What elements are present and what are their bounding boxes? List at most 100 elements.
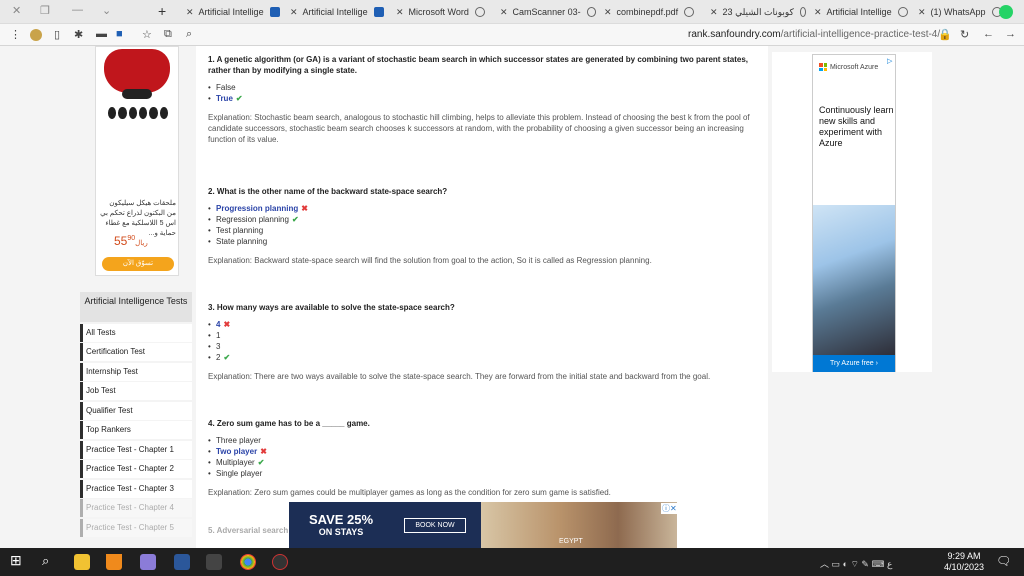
address-bar: ⋮ ▯ ✱ ▬ ■ ☆ ⧉ ⌕ rank.sanfoundry.com/arti… [0, 24, 1024, 46]
question-block: 1. A genetic algorithm (or GA) is a vari… [208, 54, 756, 145]
app-icon[interactable] [140, 554, 156, 570]
answer-option[interactable]: Two player✖ [208, 446, 756, 457]
answer-option[interactable]: 3 [208, 341, 756, 352]
tab-favicon-icon [269, 7, 280, 17]
shop-now-button[interactable]: تسوّق الآن [102, 257, 174, 271]
start-icon[interactable]: ⊞ [10, 552, 26, 568]
tab-favicon-icon [586, 7, 596, 17]
tests-menu-item[interactable]: Job Test [80, 382, 192, 400]
answer-option[interactable]: 2✔ [208, 352, 756, 363]
book-now-button[interactable]: BOOK NOW [404, 518, 466, 533]
tests-menu-item[interactable]: Practice Test - Chapter 3 [80, 479, 192, 498]
menu-icon[interactable]: ⋮ [10, 28, 21, 41]
tests-menu-item[interactable]: Certification Test [80, 343, 192, 361]
tab-close-icon[interactable]: ✕ [186, 7, 194, 18]
tab-close-icon[interactable]: ✕ [604, 7, 612, 18]
answer-options: Progression planning✖Regression planning… [208, 203, 756, 247]
adchoices-icon[interactable]: ▷ [887, 57, 896, 65]
tab-search-icon[interactable]: ⌄ [102, 4, 111, 17]
tab-favicon-icon [897, 7, 908, 17]
extension-icon[interactable]: ▬ [96, 28, 107, 40]
tab-close-icon[interactable]: ✕ [918, 7, 926, 18]
tab-sync-icon[interactable]: ⧉ [164, 28, 172, 41]
correct-check-icon: ✔ [235, 94, 243, 103]
extension-blue-icon[interactable]: ■ [116, 28, 123, 40]
word-icon[interactable] [174, 554, 190, 570]
answer-explanation: Explanation: Zero sum games could be mul… [208, 488, 611, 497]
notifications-icon[interactable]: 🗨 [996, 554, 1012, 570]
tab-close-icon[interactable]: ✕ [500, 7, 508, 18]
answer-option-label: Single player [216, 469, 263, 478]
product-title[interactable]: ملحقات هيكل سيليكون من البكتون لذراع تحك… [100, 199, 176, 239]
answer-option[interactable]: Single player [208, 468, 756, 479]
browser-tab[interactable]: ✕ Artificial Intellige [290, 0, 386, 24]
url-field[interactable]: rank.sanfoundry.com/artificial-intellige… [688, 29, 940, 40]
answer-option-label: Two player [216, 447, 258, 456]
tests-menu-item[interactable]: All Tests [80, 323, 192, 342]
tests-menu-item[interactable]: Practice Test - Chapter 2 [80, 460, 192, 478]
thumb-caps-image [108, 107, 168, 119]
tests-menu: Artificial Intelligence Tests All Tests C… [80, 292, 192, 537]
tab-close-icon[interactable]: ✕ [814, 7, 822, 18]
tab-close-icon[interactable]: ✕ [396, 7, 404, 18]
profile-avatar[interactable] [30, 29, 42, 41]
tests-menu-item[interactable]: Practice Test - Chapter 5 [80, 518, 192, 537]
tests-menu-item[interactable]: Practice Test - Chapter 4 [80, 499, 192, 517]
browser-tab[interactable]: ✕ Artificial Intellige [814, 0, 910, 24]
tab-close-icon[interactable]: ✕ [710, 7, 718, 18]
back-icon[interactable]: ← [983, 28, 994, 40]
new-tab-button[interactable]: + [158, 3, 166, 19]
question-title: 2. What is the other name of the backwar… [208, 187, 448, 196]
answer-option[interactable]: Test planning [208, 225, 756, 236]
sidebar-icon[interactable]: ▯ [54, 28, 60, 41]
bottom-ad-banner[interactable]: SAVE 25% ON STAYS BOOK NOW EGYPT ⓘ✕ [289, 502, 678, 548]
answer-option[interactable]: Multiplayer✔ [208, 457, 756, 468]
system-tray[interactable]: ︿ ▭ ◐ ⌔ ✎ ⌨ ع [820, 557, 892, 570]
browser-tab[interactable]: ✕ كوبونات الشيلي 23 [710, 0, 806, 24]
search-taskbar-icon[interactable]: ⌕ [42, 553, 58, 569]
tab-close-icon[interactable]: ✕ [290, 7, 298, 18]
bookmark-star-icon[interactable]: ☆ [142, 28, 152, 41]
answer-option[interactable]: Regression planning✔ [208, 214, 756, 225]
close-window-icon[interactable]: ✕ [12, 4, 21, 17]
browser-tab[interactable]: ✕ Artificial Intellige [186, 0, 282, 24]
reload-icon[interactable]: ↻ [960, 28, 969, 41]
try-azure-button[interactable]: Try Azure free › [813, 355, 895, 372]
chrome-icon[interactable] [240, 554, 256, 570]
recorder-icon[interactable] [272, 554, 288, 570]
answer-option[interactable]: Progression planning✖ [208, 203, 756, 214]
extensions-icon[interactable]: ✱ [74, 28, 83, 41]
answer-option[interactable]: State planning [208, 236, 756, 247]
search-icon[interactable]: ⌕ [186, 28, 192, 41]
answer-option-label: True [216, 94, 233, 103]
tests-menu-item[interactable]: Practice Test - Chapter 1 [80, 440, 192, 459]
tests-menu-item[interactable]: Top Rankers [80, 421, 192, 439]
answer-option-label: 1 [216, 331, 221, 340]
azure-ad[interactable]: Microsoft Azure ▷ Continuously learn new… [812, 54, 896, 372]
tests-menu-item[interactable]: Internship Test [80, 362, 192, 381]
answer-option-label: Three player [216, 436, 261, 445]
file-explorer-icon[interactable] [74, 554, 90, 570]
answer-option[interactable]: False [208, 82, 756, 93]
minimize-window-icon[interactable]: — [72, 4, 83, 16]
vlc-icon[interactable] [106, 554, 122, 570]
answer-option[interactable]: 1 [208, 330, 756, 341]
answer-option[interactable]: 4✖ [208, 319, 756, 330]
whatsapp-icon[interactable] [999, 5, 1013, 19]
ad-close-icon[interactable]: ⓘ✕ [661, 503, 678, 514]
tests-menu-item[interactable]: Qualifier Test [80, 401, 192, 420]
browser-tab[interactable]: ✕ combinepdf.pdf [604, 0, 700, 24]
clapper-icon[interactable] [206, 554, 222, 570]
product-ad[interactable]: ملحقات هيكل سيليكون من البكتون لذراع تحك… [95, 46, 179, 276]
browser-tab[interactable]: ✕ CamScanner 03- [500, 0, 596, 24]
answer-option-label: False [216, 83, 236, 92]
answer-option[interactable]: True✔ [208, 93, 756, 104]
windows-taskbar: ⊞ ⌕ ︿ ▭ ◐ ⌔ ✎ ⌨ ع 9:29 AM 4/10/2023 🗨 [0, 548, 1024, 576]
clock[interactable]: 9:29 AM 4/10/2023 [944, 551, 984, 573]
tab-label: CamScanner 03- [512, 7, 581, 17]
browser-tab[interactable]: ✕ Microsoft Word [396, 0, 492, 24]
answer-option[interactable]: Three player [208, 435, 756, 446]
restore-window-icon[interactable]: ❐ [40, 4, 50, 17]
answer-options: FalseTrue✔ [208, 82, 756, 104]
forward-icon[interactable]: → [1005, 28, 1016, 40]
